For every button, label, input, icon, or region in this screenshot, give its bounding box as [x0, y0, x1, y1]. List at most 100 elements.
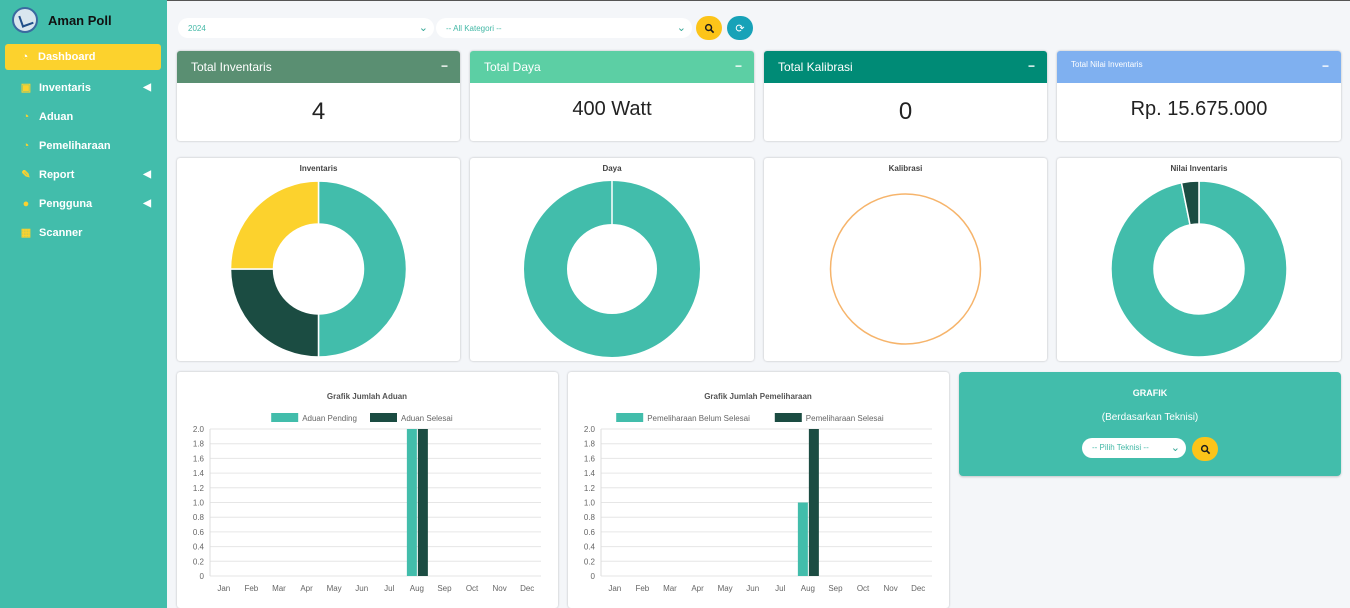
- top-border: [167, 0, 1350, 1]
- teknisi-select[interactable]: -- Pilih Teknisi -- ⌄: [1082, 438, 1186, 458]
- x-tick-label: May: [327, 584, 342, 593]
- y-tick-label: 0.6: [584, 528, 596, 537]
- chevron-left-icon: ◀: [143, 82, 151, 93]
- year-select-value: 2024: [188, 23, 206, 33]
- x-tick-label: May: [718, 584, 733, 593]
- bar-chart-pemeliharaan: Grafik Jumlah Pemeliharaan Pemeliharaan B…: [584, 392, 932, 593]
- year-select[interactable]: 2024 ⌄: [178, 18, 434, 38]
- stat-card-inventaris: Total Inventaris − 4: [177, 51, 460, 141]
- collapse-icon[interactable]: −: [1322, 59, 1329, 73]
- sidebar-item-aduan[interactable]: ◔ Aduan: [0, 102, 167, 131]
- x-tick-label: Jun: [355, 584, 368, 593]
- stat-card-header: Total Nilai Inventaris −: [1057, 51, 1341, 83]
- legend-label[interactable]: Pemeliharaan Selesai: [806, 414, 884, 423]
- legend-label[interactable]: Pemeliharaan Belum Selesai: [647, 414, 750, 423]
- search-icon: [704, 23, 714, 33]
- y-tick-label: 0: [591, 572, 596, 581]
- search-button[interactable]: [696, 16, 722, 40]
- refresh-icon: ⟳: [735, 22, 745, 35]
- x-tick-label: Feb: [244, 584, 258, 593]
- category-select-value: -- All Kategori --: [446, 23, 502, 33]
- sidebar-nav: ◔ Dashboard ▣ Inventaris ◀ ◔ Aduan ◔ Pem…: [0, 44, 167, 247]
- category-select[interactable]: -- All Kategori -- ⌄: [436, 18, 692, 38]
- bar[interactable]: [797, 502, 808, 577]
- stat-card-title: Total Kalibrasi: [778, 60, 853, 74]
- app-name: Aman Poll: [48, 12, 112, 28]
- sidebar-item-label: Pengguna: [39, 197, 93, 210]
- stat-card-kalibrasi: Total Kalibrasi − 0: [764, 51, 1047, 141]
- y-tick-label: 1.2: [584, 484, 596, 493]
- sidebar-item-label: Report: [39, 168, 75, 181]
- sidebar-item-report[interactable]: ✎ Report ◀: [0, 160, 167, 189]
- stat-card-header: Total Daya −: [470, 51, 754, 83]
- sidebar-item-dashboard[interactable]: ◔ Dashboard: [5, 44, 161, 70]
- sidebar: Aman Poll ◔ Dashboard ▣ Inventaris ◀ ◔ A…: [0, 0, 167, 608]
- donut-card-daya: Daya: [470, 158, 754, 361]
- chevron-down-icon: ⌄: [676, 22, 686, 34]
- y-tick-label: 1.8: [193, 440, 205, 449]
- y-tick-label: 0.8: [584, 513, 596, 522]
- legend-swatch: [774, 413, 802, 422]
- y-tick-label: 0: [200, 572, 205, 581]
- dashboard-icon: ◔: [21, 51, 29, 63]
- x-tick-label: Jun: [746, 584, 759, 593]
- sidebar-item-pemeliharaan[interactable]: ◔ Pemeliharaan: [0, 131, 167, 160]
- collapse-icon[interactable]: −: [441, 59, 448, 73]
- y-tick-label: 1.8: [584, 440, 596, 449]
- x-tick-label: Jan: [608, 584, 621, 593]
- y-tick-label: 0.2: [584, 557, 596, 566]
- y-tick-label: 1.6: [193, 454, 205, 463]
- grafik-subtitle: (Berdasarkan Teknisi): [1101, 412, 1199, 423]
- x-tick-label: Dec: [911, 584, 925, 593]
- x-tick-label: Oct: [466, 584, 479, 593]
- legend-swatch: [616, 413, 644, 422]
- donut-chart: [524, 181, 700, 357]
- x-tick-label: Nov: [493, 584, 507, 593]
- bar[interactable]: [808, 429, 819, 576]
- legend-label[interactable]: Aduan Pending: [302, 414, 357, 423]
- donut-slice: [229, 180, 320, 270]
- bar-chart-title: Grafik Jumlah Pemeliharaan: [704, 392, 812, 401]
- x-tick-label: Jan: [217, 584, 230, 593]
- y-tick-label: 1.4: [193, 469, 205, 478]
- y-tick-label: 1.0: [584, 499, 596, 508]
- x-tick-label: Nov: [884, 584, 898, 593]
- refresh-button[interactable]: ⟳: [727, 16, 753, 40]
- donut-card-kalibrasi: Kalibrasi: [764, 158, 1047, 361]
- x-tick-label: Oct: [857, 584, 870, 593]
- sidebar-item-label: Pemeliharaan: [39, 139, 111, 152]
- y-tick-label: 1.2: [193, 484, 205, 493]
- sidebar-item-scanner[interactable]: ▦ Scanner: [0, 218, 167, 247]
- stat-card-header: Total Kalibrasi −: [764, 51, 1047, 83]
- stat-card-header: Total Inventaris −: [177, 51, 460, 83]
- donut-chart: [1110, 180, 1288, 358]
- sidebar-item-pengguna[interactable]: ● Pengguna ◀: [0, 189, 167, 218]
- x-tick-label: Mar: [663, 584, 677, 593]
- collapse-icon[interactable]: −: [1028, 59, 1035, 73]
- x-tick-label: Aug: [410, 584, 424, 593]
- grid-icon: ▦: [20, 227, 32, 239]
- collapse-icon[interactable]: −: [735, 59, 742, 73]
- donut-slice: [229, 268, 320, 358]
- teknisi-select-value: -- Pilih Teknisi --: [1092, 443, 1149, 452]
- bar[interactable]: [417, 429, 428, 576]
- bar[interactable]: [406, 429, 417, 576]
- user-icon: ●: [22, 197, 30, 210]
- x-tick-label: Apr: [300, 584, 313, 593]
- bar-chart-aduan: Grafik Jumlah Aduan Aduan Pending Aduan Se…: [193, 392, 541, 593]
- legend-label[interactable]: Aduan Selesai: [401, 414, 453, 423]
- legend-swatch: [370, 413, 397, 422]
- x-tick-label: Mar: [272, 584, 286, 593]
- y-tick-label: 0.2: [193, 557, 205, 566]
- stat-card-title: Total Nilai Inventaris: [1071, 60, 1143, 69]
- y-tick-label: 1.4: [584, 469, 596, 478]
- dashboard-icon: ◔: [22, 139, 30, 152]
- stat-card-title: Total Daya: [484, 60, 541, 74]
- chevron-left-icon: ◀: [143, 198, 151, 209]
- bar-card-aduan: Grafik Jumlah Aduan Aduan Pending Aduan Se…: [177, 372, 558, 608]
- sidebar-item-inventaris[interactable]: ▣ Inventaris ◀: [0, 73, 167, 102]
- grafik-search-button[interactable]: [1192, 437, 1218, 461]
- x-tick-label: Sep: [437, 584, 452, 593]
- brand[interactable]: Aman Poll: [0, 0, 167, 40]
- donut-chart: [829, 193, 982, 345]
